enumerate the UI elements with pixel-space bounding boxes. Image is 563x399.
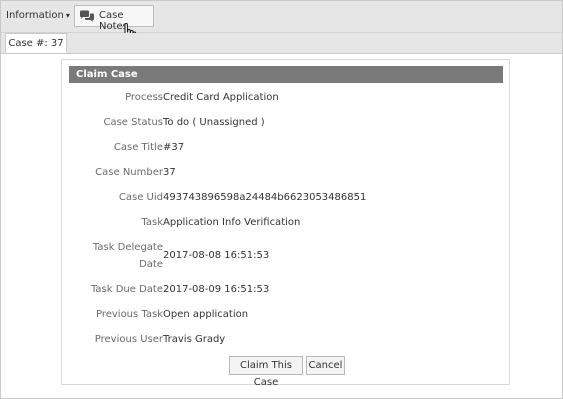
case-details: Process Credit Card Application Case Sta… xyxy=(69,83,503,380)
row-value: To do ( Unassigned ) xyxy=(163,117,265,128)
tab-bar: Case #: 37 xyxy=(1,33,562,54)
row-value: #37 xyxy=(163,142,185,153)
information-menu[interactable]: Information ▾ xyxy=(6,10,70,21)
app-frame: Information ▾ Case Notes Case #: 37 Claim… xyxy=(0,0,563,399)
tab-case-label: Case #: 37 xyxy=(8,37,64,49)
case-notes-button[interactable]: Case Notes xyxy=(74,5,154,32)
row-value: 37 xyxy=(163,167,176,178)
row-label: Case Status xyxy=(103,117,163,128)
row-value: 493743896598a24484b6623053486851 xyxy=(163,192,367,203)
row-label: Previous Task xyxy=(95,309,163,320)
row-value: 2017-08-09 16:51:53 xyxy=(163,284,270,295)
claim-case-button[interactable]: Claim This Case xyxy=(229,356,303,388)
row-value: Open application xyxy=(163,309,249,320)
panel-title: Claim Case xyxy=(69,66,503,83)
row-label: Task Due Date xyxy=(90,284,163,295)
tab-case[interactable]: Case #: 37 xyxy=(5,33,67,53)
toolbar: Information ▾ Case Notes xyxy=(1,1,562,47)
cancel-button[interactable]: Cancel xyxy=(306,356,345,375)
row-value: Application Info Verification xyxy=(163,217,301,228)
row-label: Case Title xyxy=(113,142,163,153)
row-value: 2017-08-08 16:51:53 xyxy=(163,250,270,261)
row-label: Previous User xyxy=(94,334,163,345)
row-label: Task Delegate xyxy=(92,242,163,253)
information-label: Information xyxy=(6,10,64,21)
row-value: Credit Card Application xyxy=(163,92,279,103)
row-label-line2: Date xyxy=(139,259,163,270)
caret-down-icon: ▾ xyxy=(65,11,70,20)
row-label: Process xyxy=(125,92,163,103)
claim-case-panel: Claim Case Process Credit Card Applicati… xyxy=(61,59,510,388)
chat-icon xyxy=(79,10,95,26)
row-label: Case Number xyxy=(95,167,163,178)
row-label: Task xyxy=(141,217,163,228)
row-label: Case Uid xyxy=(118,192,163,203)
row-value: Travis Grady xyxy=(163,334,226,345)
